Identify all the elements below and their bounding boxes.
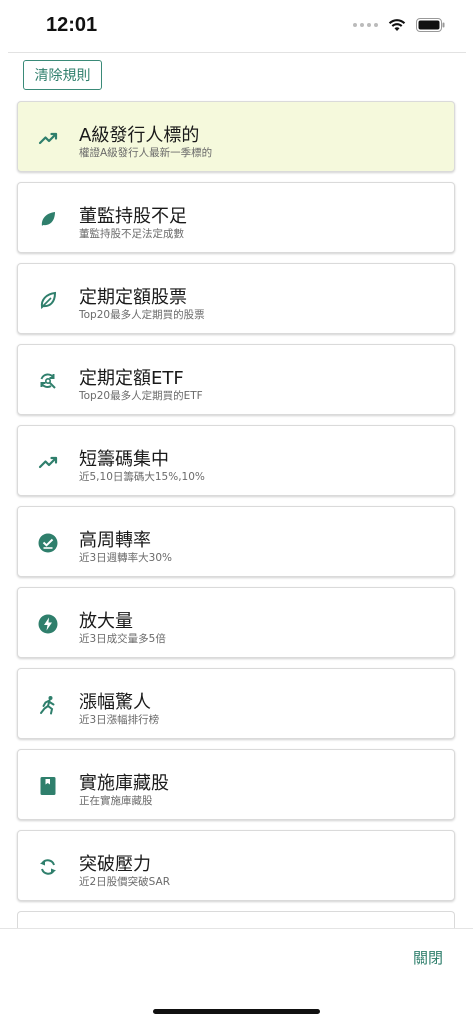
- wifi-icon: [388, 19, 406, 31]
- rule-card-a-issuer[interactable]: A級發行人標的 權證A級發行人最新一季標的: [17, 101, 455, 172]
- rule-card-regular-etf[interactable]: 定期定額ETF Top20最多人定期買的ETF: [17, 344, 455, 415]
- rule-title: 高周轉率: [79, 530, 151, 551]
- rule-title: 漲幅驚人: [79, 692, 151, 713]
- rule-subtitle: 近3日週轉率大30%: [79, 552, 173, 564]
- bolt-circle-icon: [38, 614, 58, 634]
- book-icon: [40, 777, 56, 795]
- rule-card-chip-concentration[interactable]: 短籌碼集中 近5,10日籌碼大15%,10%: [17, 425, 455, 496]
- rule-subtitle: 正在實施庫藏股: [79, 795, 153, 807]
- rule-card-regular-stock[interactable]: 定期定額股票 Top20最多人定期買的股票: [17, 263, 455, 334]
- rule-subtitle: 權證A級發行人最新一季標的: [79, 147, 213, 159]
- rule-card-insider-low[interactable]: 董監持股不足 董監持股不足法定成數: [17, 182, 455, 253]
- status-icons: [353, 18, 445, 32]
- rule-subtitle: 近3日成交量多5倍: [79, 633, 166, 645]
- rule-title: 實施庫藏股: [79, 773, 169, 794]
- rule-title: A級發行人標的: [79, 125, 200, 146]
- rule-title: 短籌碼集中: [79, 449, 169, 470]
- rule-title: 董監持股不足: [79, 206, 187, 227]
- rule-subtitle: 近3日漲幅排行榜: [79, 714, 160, 726]
- sync-icon: [40, 859, 56, 875]
- leaf-outline-icon: [40, 291, 57, 310]
- refresh-search-icon: [40, 373, 56, 389]
- trending-up-icon: [38, 456, 58, 469]
- rule-title: 放大量: [79, 611, 133, 632]
- header-divider: [8, 52, 466, 53]
- rule-card-high-turnover[interactable]: 高周轉率 近3日週轉率大30%: [17, 506, 455, 577]
- rule-title: 突破壓力: [79, 854, 151, 875]
- leaf-icon: [41, 212, 55, 226]
- status-bar: 12:01: [0, 0, 473, 52]
- bottom-bar: 關閉: [0, 928, 473, 1025]
- signal-icon: [353, 23, 378, 27]
- rule-subtitle: 近5,10日籌碼大15%,10%: [79, 471, 205, 483]
- clear-rules-button[interactable]: 清除規則: [23, 60, 102, 90]
- rule-title: 定期定額ETF: [79, 368, 184, 389]
- trending-up-icon: [38, 132, 58, 145]
- rule-subtitle: Top20最多人定期買的股票: [79, 309, 205, 321]
- rule-title: 定期定額股票: [79, 287, 187, 308]
- rule-subtitle: 近2日股價突破SAR: [79, 876, 171, 888]
- battery-icon: [416, 18, 445, 32]
- close-button[interactable]: 關閉: [413, 947, 443, 968]
- rule-card-buyback[interactable]: 實施庫藏股 正在實施庫藏股: [17, 749, 455, 820]
- status-time: 12:01: [46, 14, 98, 36]
- rule-subtitle: 董監持股不足法定成數: [79, 228, 184, 240]
- rule-card-breakout[interactable]: 突破壓力 近2日股價突破SAR: [17, 830, 455, 901]
- rule-subtitle: Top20最多人定期買的ETF: [79, 390, 203, 402]
- home-indicator[interactable]: [153, 1009, 320, 1014]
- runner-icon: [40, 696, 55, 715]
- rule-card-volume-surge[interactable]: 放大量 近3日成交量多5倍: [17, 587, 455, 658]
- rule-list: A級發行人標的 權證A級發行人最新一季標的 董監持股不足 董監持股不足法定成數 …: [17, 101, 455, 945]
- check-circle-icon: [38, 533, 58, 553]
- rule-card-price-surge[interactable]: 漲幅驚人 近3日漲幅排行榜: [17, 668, 455, 739]
